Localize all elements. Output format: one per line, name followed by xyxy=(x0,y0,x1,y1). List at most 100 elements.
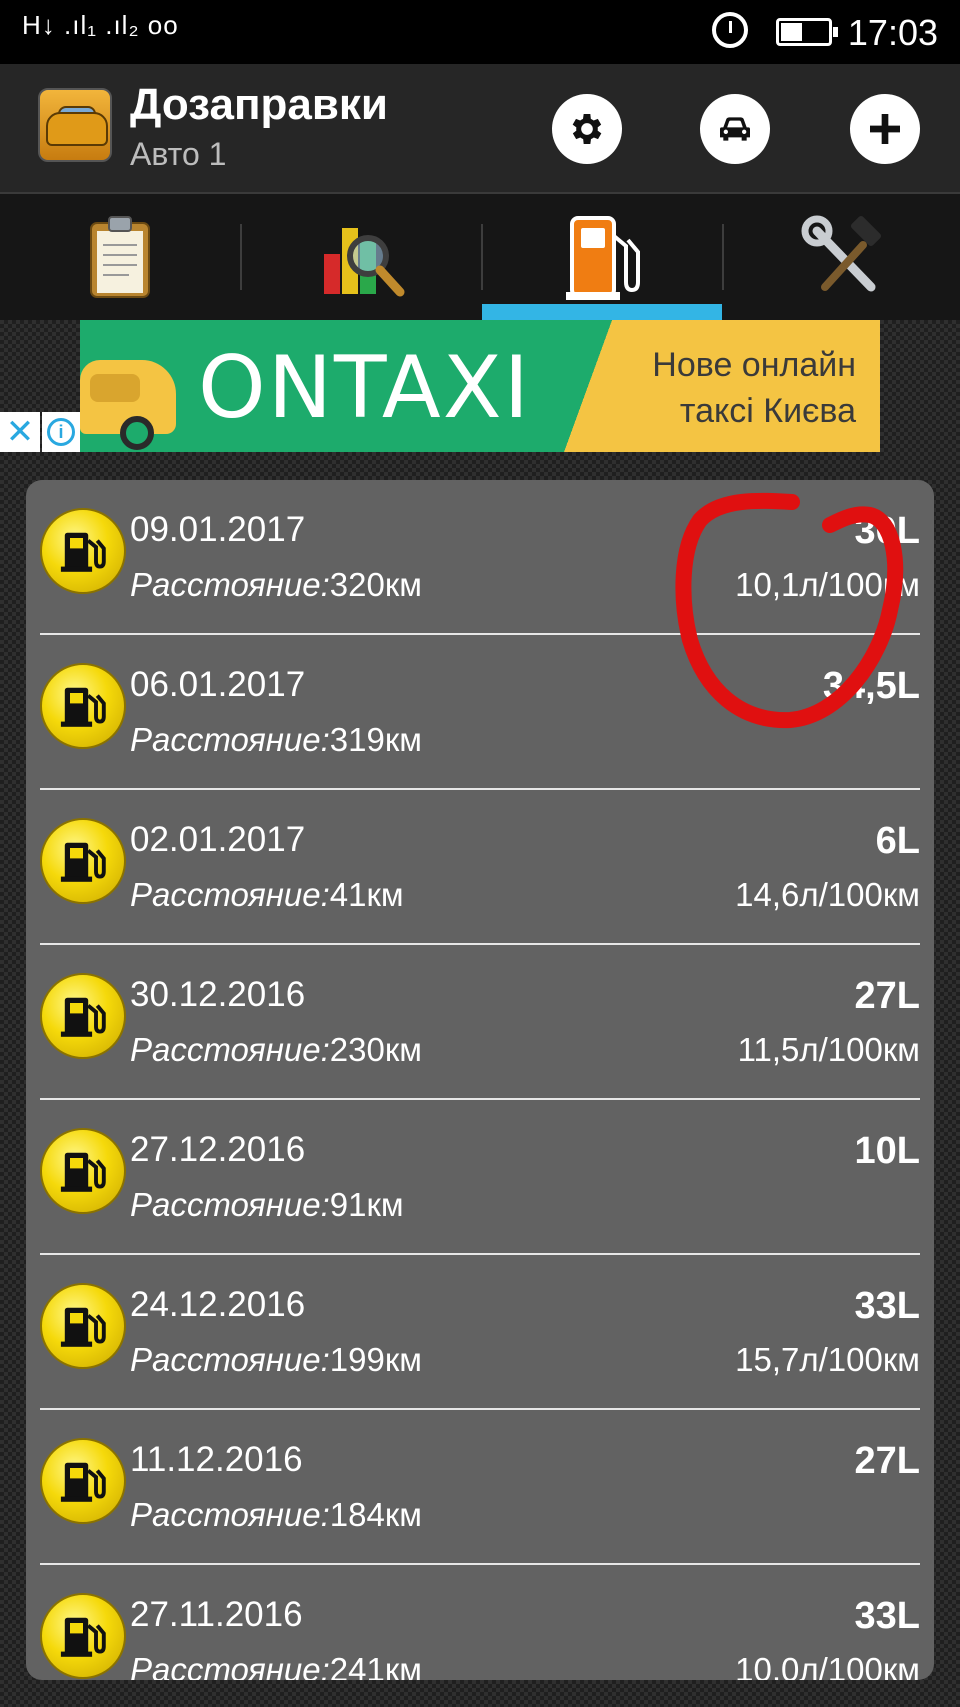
refuel-liters: 27L xyxy=(854,1440,920,1482)
chart-search-icon xyxy=(324,228,405,297)
clock: 17:03 xyxy=(847,12,938,53)
fuel-pump-glyph xyxy=(60,1617,106,1657)
refuel-distance: Расстояние:199км xyxy=(130,1341,422,1379)
fuel-pump-glyph xyxy=(60,687,106,727)
refuel-distance: Расстояние:241км xyxy=(130,1651,422,1680)
refuel-consumption: 11,5л/100км xyxy=(737,1031,920,1068)
refuel-distance: Расстояние:319км xyxy=(130,721,422,759)
selected-tab-indicator xyxy=(482,304,722,320)
app-logo-car xyxy=(46,112,108,146)
ad-text: Нове онлайн таксі Києва xyxy=(652,346,856,430)
refuel-liters: 33L xyxy=(854,1595,920,1637)
refuel-list-item[interactable]: 11.12.2016 Расстояние:184км 27L xyxy=(26,1410,934,1565)
ad-banner[interactable]: ONTAXI Нове онлайн таксі Києва xyxy=(80,320,880,452)
distance-label: Расстояние: xyxy=(130,1031,330,1068)
refuel-list-item[interactable]: 27.11.2016 Расстояние:241км 33L 10,0л/100км xyxy=(26,1565,934,1680)
fuel-pump-icon xyxy=(566,216,640,300)
distance-value: 199км xyxy=(329,1341,422,1378)
distance-value: 319км xyxy=(329,721,422,758)
refuel-consumption: 10,0л/100км xyxy=(735,1651,920,1680)
distance-label: Расстояние: xyxy=(130,566,330,603)
refuel-distance: Расстояние:184км xyxy=(130,1496,422,1534)
battery-icon xyxy=(776,18,838,46)
refuel-date: 02.01.2017 xyxy=(130,820,306,859)
refuel-list-item[interactable]: 09.01.2017 Расстояние:320км 30L 10,1л/100км xyxy=(26,480,934,635)
fuel-icon xyxy=(40,1283,126,1369)
plus-icon xyxy=(870,114,900,144)
tab-refuels[interactable] xyxy=(482,194,722,320)
fuel-pump-glyph xyxy=(60,1307,106,1347)
refuel-liters: 10L xyxy=(854,1130,920,1172)
action-bar: Дозаправки Авто 1 xyxy=(0,64,960,194)
refuel-list-item[interactable]: 27.12.2016 Расстояние:91км 10L xyxy=(26,1100,934,1255)
fuel-pump-glyph xyxy=(60,997,106,1037)
tab-notes[interactable] xyxy=(0,194,240,320)
ad-info-button[interactable]: i xyxy=(42,412,80,452)
refuel-consumption: 10,1л/100км xyxy=(735,566,920,603)
tab-maintenance[interactable] xyxy=(723,194,960,320)
distance-value: 230км xyxy=(329,1031,422,1068)
fuel-pump-glyph xyxy=(60,532,106,572)
fuel-icon xyxy=(40,663,126,749)
distance-label: Расстояние: xyxy=(130,1341,330,1378)
refuel-date: 06.01.2017 xyxy=(130,665,306,704)
refuel-list-item[interactable]: 30.12.2016 Расстояние:230км 27L 11,5л/100км xyxy=(26,945,934,1100)
vehicles-button[interactable] xyxy=(700,94,770,164)
app-logo-icon xyxy=(38,88,112,162)
battery-level xyxy=(781,23,802,41)
fuel-icon xyxy=(40,818,126,904)
refuel-distance: Расстояние:91км xyxy=(130,1186,404,1224)
refuel-list: 09.01.2017 Расстояние:320км 30L 10,1л/100км… xyxy=(26,480,934,1680)
refuel-distance: Расстояние:320км xyxy=(130,566,422,604)
refuel-distance: Расстояние:41км xyxy=(130,876,404,914)
fuel-pump-glyph xyxy=(60,842,106,882)
distance-label: Расстояние: xyxy=(130,1496,330,1533)
distance-label: Расстояние: xyxy=(130,1186,330,1223)
refuel-date: 09.01.2017 xyxy=(130,510,306,549)
fuel-pump-glyph xyxy=(60,1462,106,1502)
taxi-wheel-icon xyxy=(120,416,154,450)
signal-indicators: H↓ .ıl₁ .ıl₂ oo xyxy=(22,10,179,40)
settings-button[interactable] xyxy=(552,94,622,164)
refuel-distance: Расстояние:230км xyxy=(130,1031,422,1069)
refuel-list-item[interactable]: 24.12.2016 Расстояние:199км 33L 15,7л/100км xyxy=(26,1255,934,1410)
distance-value: 241км xyxy=(329,1651,422,1680)
tools-icon xyxy=(801,215,882,292)
gear-icon xyxy=(572,114,602,144)
refuel-liters: 34,5L xyxy=(822,665,920,707)
refuel-liters: 6L xyxy=(875,820,920,862)
add-refuel-button[interactable] xyxy=(850,94,920,164)
status-bar: H↓ .ıl₁ .ıl₂ oo 17:03 xyxy=(0,0,960,64)
distance-value: 320км xyxy=(329,566,422,603)
fuel-pump-glyph xyxy=(60,1152,106,1192)
ad-logo: ONTAXI xyxy=(198,338,531,438)
refuel-consumption: 15,7л/100км xyxy=(735,1341,920,1378)
fuel-icon xyxy=(40,508,126,594)
refuel-consumption: 14,6л/100км xyxy=(735,876,920,913)
refuel-date: 27.11.2016 xyxy=(130,1595,303,1634)
clipboard-icon xyxy=(90,216,150,298)
distance-label: Расстояние: xyxy=(130,876,330,913)
car-icon xyxy=(720,117,750,141)
distance-value: 91км xyxy=(329,1186,404,1223)
fuel-icon xyxy=(40,1438,126,1524)
alarm-icon xyxy=(712,12,748,48)
ad-close-button[interactable]: ✕ xyxy=(0,412,40,452)
fuel-icon xyxy=(40,1128,126,1214)
refuel-liters: 33L xyxy=(854,1285,920,1327)
refuel-liters: 30L xyxy=(854,510,920,552)
fuel-icon xyxy=(40,973,126,1059)
distance-label: Расстояние: xyxy=(130,721,330,758)
refuel-date: 27.12.2016 xyxy=(130,1130,306,1169)
refuel-date: 11.12.2016 xyxy=(130,1440,303,1479)
distance-label: Расстояние: xyxy=(130,1651,330,1680)
vehicle-name[interactable]: Авто 1 xyxy=(130,136,226,173)
refuel-list-item[interactable]: 02.01.2017 Расстояние:41км 6L 14,6л/100км xyxy=(26,790,934,945)
refuel-list-item[interactable]: 06.01.2017 Расстояние:319км 34,5L xyxy=(26,635,934,790)
distance-value: 41км xyxy=(329,876,404,913)
refuel-date: 24.12.2016 xyxy=(130,1285,306,1324)
refuel-date: 30.12.2016 xyxy=(130,975,306,1014)
info-icon: i xyxy=(47,418,75,446)
tab-statistics[interactable] xyxy=(241,194,481,320)
fuel-icon xyxy=(40,1593,126,1679)
